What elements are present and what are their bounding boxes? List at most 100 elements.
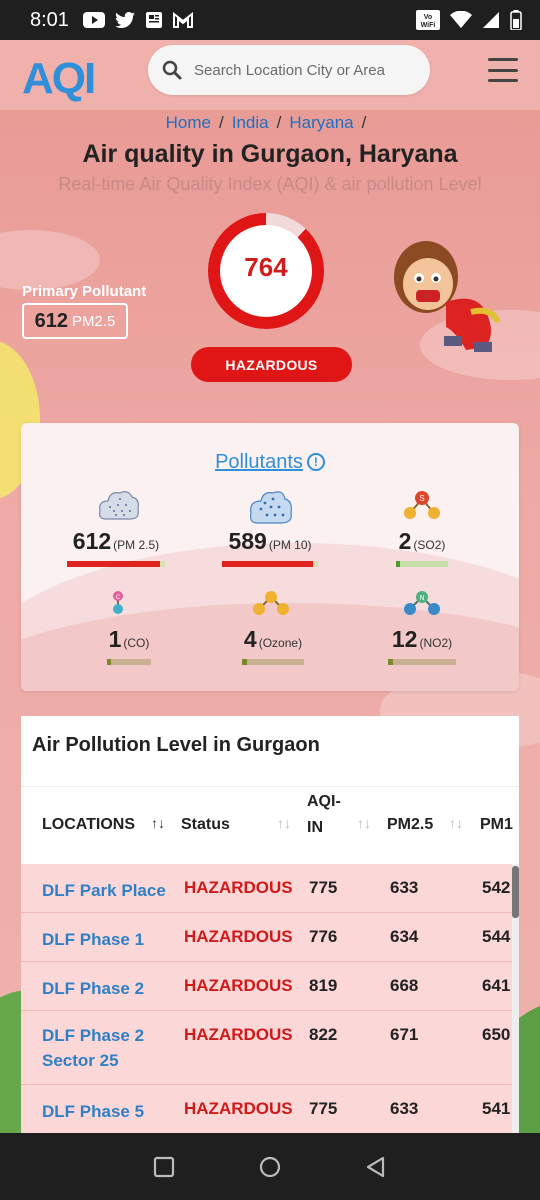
clock: 8:01 [30,8,69,31]
pm25-cell: 668 [390,976,419,995]
so2-level-bar [396,561,401,567]
aqi-cell: 819 [309,976,338,995]
youtube-icon [82,12,105,28]
page-title: Air quality in Gurgaon, Haryana [82,140,458,168]
location-link[interactable]: DLF Phase 5 [42,1099,172,1124]
co-level-bar [107,659,111,665]
table-row[interactable]: DLF Phase 5 HAZARDOUS 775 633 541 [21,1085,513,1134]
pollutant-so2: 2 (SO2) [357,528,487,567]
svg-text:C: C [116,595,121,601]
search-box[interactable] [148,45,430,95]
no2-level-bar [388,659,394,665]
pm10-cell: 650 [482,1025,511,1044]
breadcrumb-haryana[interactable]: Haryana [289,113,353,132]
vowifi-icon: VoWiFi [416,10,440,30]
table-row[interactable]: DLF Phase 2 HAZARDOUS 819 668 641 [21,962,513,1011]
gmail-icon [172,12,193,28]
app-header: AQI [0,40,540,110]
pollutant-no2: 12 (NO2) [357,626,487,665]
pm10-cloud-icon [250,491,292,524]
home-icon[interactable] [259,1156,281,1178]
table-row[interactable]: DLF Park Place HAZARDOUS 775 633 542 [21,864,513,913]
pm25-level-bar [67,561,161,567]
back-icon[interactable] [365,1156,387,1178]
sort-aqi-icon[interactable]: ↑↓ [357,815,371,831]
pollutant-pm25: 612 (PM 2.5) [51,528,181,567]
wifi-icon [450,11,472,28]
status-bar: 8:01 Vo WiFi [0,0,540,40]
sort-pm25-icon[interactable]: ↑↓ [449,815,463,831]
search-icon [162,60,182,80]
primary-pollutant-unit: PM2.5 [72,312,116,330]
pm10-cell: 542 [482,878,511,897]
table-row[interactable]: DLF Phase 2 Sector 25 HAZARDOUS 822 671 … [21,1011,513,1085]
column-pm10[interactable]: PM1 [480,816,513,834]
column-status[interactable]: Status [181,816,230,834]
table-header: LOCATIONS ↑↓ Status ↑↓ AQI-IN ↑↓ PM2.5 ↑… [21,786,519,864]
svg-text:WiFi: WiFi [421,22,436,29]
primary-pollutant-value: 612 [34,309,68,332]
location-link[interactable]: DLF Park Place [42,878,172,903]
column-aqi-in[interactable]: AQI-IN [307,789,347,841]
pollutants-card-title[interactable]: Pollutants! [21,451,519,474]
aqi-cell: 822 [309,1025,338,1044]
status-cell: HAZARDOUS [184,878,293,897]
sort-status-icon[interactable]: ↑↓ [277,815,291,831]
status-cell: HAZARDOUS [184,927,293,946]
column-locations[interactable]: LOCATIONS [42,816,135,834]
aqi-logo[interactable]: AQI [22,54,96,104]
news-icon [145,12,162,28]
pm25-cloud-icon [99,491,139,520]
pm25-cell: 634 [390,927,419,946]
co-molecule-icon: C [113,591,123,614]
page-subtitle: Real-time Air Quality Index (AQI) & air … [58,174,482,194]
location-link[interactable]: DLF Phase 2 [42,976,172,1001]
location-link[interactable]: DLF Phase 1 [42,927,172,952]
aqi-cell: 775 [309,878,338,897]
aqi-cell: 775 [309,1099,338,1118]
pm10-cell: 641 [482,976,511,995]
battery-icon [510,10,522,30]
pm10-cell: 544 [482,927,511,946]
svg-text:Vo: Vo [424,14,432,21]
status-cell: HAZARDOUS [184,1025,293,1044]
signal-icon [483,12,499,28]
breadcrumb: Home / India / Haryana / [165,113,367,132]
table-body: DLF Park Place HAZARDOUS 775 633 542 DLF… [21,864,513,1134]
system-nav-bar [0,1133,540,1200]
primary-pollutant-label: Primary Pollutant [22,283,147,300]
status-cell: HAZARDOUS [184,1099,293,1118]
pm25-cell: 633 [390,1099,419,1118]
hamburger-menu-icon[interactable] [488,58,518,82]
aqi-value: 764 [244,252,288,282]
aqi-status-badge: HAZARDOUS [191,347,352,382]
recent-apps-icon[interactable] [153,1156,175,1178]
pm10-cell: 541 [482,1099,511,1118]
aqi-cell: 776 [309,927,338,946]
ozone-level-bar [242,659,247,665]
pollutants-card: Pollutants! S 612 (PM 2.5) 589 (PM 10) 2 (S… [21,423,519,691]
pm10-level-bar [222,561,314,567]
info-icon[interactable]: ! [306,453,325,471]
no2-molecule-icon: N [404,591,440,615]
so2-molecule-icon: S [404,491,440,519]
ozone-molecule-icon [253,591,289,615]
table-title: Air Pollution Level in Gurgaon [32,734,320,756]
search-input[interactable] [194,61,414,79]
pollutant-ozone: 4 (Ozone) [208,626,338,665]
table-row[interactable]: DLF Phase 1 HAZARDOUS 776 634 544 [21,913,513,962]
pm25-cell: 671 [390,1025,419,1044]
location-link[interactable]: DLF Phase 2 Sector 25 [42,1023,172,1073]
breadcrumb-home[interactable]: Home [166,113,211,132]
primary-pollutant-box: 612 PM2.5 [22,303,128,339]
status-cell: HAZARDOUS [184,976,293,995]
pollutant-co: 1 (CO) [64,626,194,665]
pollution-level-table-card: Air Pollution Level in Gurgaon LOCATIONS… [21,716,519,1134]
svg-text:S: S [419,494,424,503]
breadcrumb-india[interactable]: India [232,113,269,132]
sort-locations-icon[interactable]: ↑↓ [151,815,165,831]
svg-text:N: N [419,595,424,602]
table-scrollbar-thumb[interactable] [512,866,519,918]
column-pm25[interactable]: PM2.5 [387,816,433,834]
twitter-icon [114,11,135,28]
